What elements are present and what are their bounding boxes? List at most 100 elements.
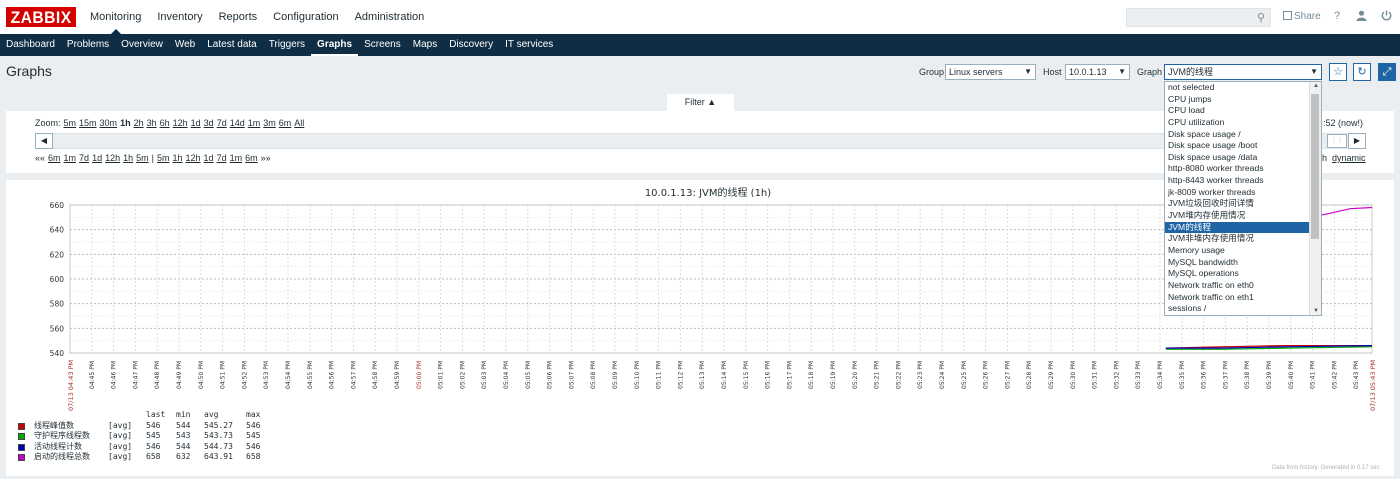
period-forward-option[interactable]: 1h <box>173 153 183 163</box>
zoom-option[interactable]: 6h <box>160 118 170 128</box>
period-forward-option[interactable]: 7d <box>217 153 227 163</box>
back-arrows[interactable]: «« <box>35 153 45 163</box>
graph-option[interactable]: http-8443 worker threads <box>1165 175 1321 187</box>
filter-toggle[interactable]: Filter ▲ <box>667 94 734 111</box>
group-select[interactable]: Linux servers ▼ <box>945 64 1036 80</box>
period-back-option[interactable]: 12h <box>105 153 120 163</box>
help-icon[interactable]: ? <box>1334 10 1340 22</box>
graph-option[interactable]: CPU utilization <box>1165 117 1321 129</box>
zoom-option[interactable]: 3m <box>263 118 276 128</box>
favourite-button[interactable]: ☆ <box>1329 63 1347 81</box>
time-slider-handle[interactable]: ⋮⋮ <box>1327 134 1347 148</box>
zoom-option[interactable]: All <box>294 118 304 128</box>
period-back-option[interactable]: 6m <box>48 153 61 163</box>
menu-administration[interactable]: Administration <box>347 0 433 34</box>
menu-configuration[interactable]: Configuration <box>265 0 346 34</box>
zoom-option[interactable]: 1d <box>191 118 201 128</box>
subnav-it-services[interactable]: IT services <box>499 34 559 56</box>
zoom-option[interactable]: 6m <box>279 118 292 128</box>
graph-select[interactable]: JVM的线程 ▼ <box>1164 64 1322 80</box>
graph-option[interactable]: CPU load <box>1165 105 1321 117</box>
zoom-option[interactable]: 14d <box>230 118 245 128</box>
zoom-option[interactable]: 30m <box>100 118 118 128</box>
subnav-dashboard[interactable]: Dashboard <box>0 34 61 56</box>
period-back-option[interactable]: 1d <box>92 153 102 163</box>
zoom-option[interactable]: 12h <box>173 118 188 128</box>
graph-option[interactable]: JVM的线程 <box>1165 221 1321 234</box>
zoom-option[interactable]: 5m <box>64 118 77 128</box>
graph-option[interactable]: JVM堆内存使用情况 <box>1165 210 1321 222</box>
menu-inventory[interactable]: Inventory <box>149 0 210 34</box>
period-back-option[interactable]: 7d <box>79 153 89 163</box>
graph-option[interactable]: MySQL operations <box>1165 268 1321 280</box>
subnav-discovery[interactable]: Discovery <box>443 34 499 56</box>
x-tick-label: 04:45 PM <box>89 361 96 389</box>
zoom-option[interactable]: 15m <box>79 118 97 128</box>
subnav-overview[interactable]: Overview <box>115 34 169 56</box>
scroll-left-arrow[interactable]: ◀ <box>35 133 53 149</box>
period-forward-option[interactable]: 1d <box>204 153 214 163</box>
graph-option[interactable]: Network traffic on eth0 <box>1165 280 1321 292</box>
period-forward-option[interactable]: 1m <box>230 153 243 163</box>
graph-option[interactable]: Network traffic on eth1 <box>1165 292 1321 304</box>
zoom-option[interactable]: 3d <box>204 118 214 128</box>
dynamic-toggle[interactable]: h dynamic <box>1322 153 1366 163</box>
refresh-button[interactable]: ↻ <box>1353 63 1371 81</box>
zoom-option[interactable]: 3h <box>147 118 157 128</box>
period-back-option[interactable]: 1m <box>64 153 77 163</box>
x-tick-label: 05:04 PM <box>503 361 510 389</box>
subnav-triggers[interactable]: Triggers <box>263 34 311 56</box>
graph-option[interactable]: Disk space usage / <box>1165 129 1321 141</box>
legend-avg: 543.73 <box>204 431 233 440</box>
zoom-option[interactable]: 1m <box>248 118 261 128</box>
period-back-option[interactable]: 1h <box>123 153 133 163</box>
period-forward-option[interactable]: 6m <box>245 153 258 163</box>
scroll-thumb[interactable] <box>1311 94 1319 239</box>
graph-option[interactable]: Disk space usage /data <box>1165 152 1321 164</box>
search-icon[interactable]: ⚲ <box>1257 11 1265 24</box>
dropdown-scrollbar[interactable]: ▲ ▼ <box>1309 82 1321 315</box>
graph-option[interactable]: CPU jumps <box>1165 94 1321 106</box>
zoom-option[interactable]: 1h <box>120 118 131 128</box>
fullscreen-button[interactable]: ⤢ <box>1378 63 1396 81</box>
graph-dropdown-list[interactable]: not selected CPU jumps CPU load CPU utiliza… <box>1164 81 1322 316</box>
host-select[interactable]: 10.0.1.13 ▼ <box>1065 64 1130 80</box>
subnav-graphs[interactable]: Graphs <box>311 34 359 56</box>
menu-reports[interactable]: Reports <box>211 0 266 34</box>
subnav-web[interactable]: Web <box>169 34 201 56</box>
graph-option[interactable]: http-8080 worker threads <box>1165 163 1321 175</box>
graph-option[interactable]: JVM非堆内存使用情况 <box>1165 233 1321 245</box>
zoom-option[interactable]: 7d <box>217 118 227 128</box>
legend-min: 544 <box>176 441 191 451</box>
legend-last: 545 <box>146 431 161 440</box>
share-link[interactable]: Share <box>1283 11 1321 22</box>
graph-option[interactable]: Disk space usage /boot <box>1165 140 1321 152</box>
graph-option[interactable]: Memory usage <box>1165 245 1321 257</box>
graph-option[interactable]: JVM垃圾回收时间详情 <box>1165 198 1321 210</box>
legend-min: 632 <box>176 452 191 461</box>
scroll-right-arrow[interactable]: ▶ <box>1348 133 1366 149</box>
period-forward-option[interactable]: 12h <box>186 153 201 163</box>
scroll-down-icon[interactable]: ▼ <box>1313 308 1319 314</box>
zoom-option[interactable]: 2h <box>134 118 144 128</box>
period-back-option[interactable]: 5m <box>136 153 149 163</box>
graph-option[interactable]: not selected <box>1165 82 1321 94</box>
dynamic-link[interactable]: dynamic <box>1332 153 1366 163</box>
zabbix-logo[interactable]: ZABBIX <box>6 7 76 27</box>
menu-monitoring[interactable]: Monitoring <box>82 0 149 34</box>
graph-option[interactable]: jk-8009 worker threads <box>1165 187 1321 199</box>
subnav-latest-data[interactable]: Latest data <box>201 34 262 56</box>
subnav-problems[interactable]: Problems <box>61 34 115 56</box>
period-forward-option[interactable]: 5m <box>157 153 170 163</box>
graph-option[interactable]: sessions / <box>1165 303 1321 315</box>
search-input[interactable]: ⚲ <box>1126 8 1271 27</box>
scroll-up-icon[interactable]: ▲ <box>1313 83 1319 89</box>
graph-option[interactable]: MySQL bandwidth <box>1165 257 1321 269</box>
x-tick-label: 05:27 PM <box>1004 361 1011 389</box>
share-label: Share <box>1294 11 1321 22</box>
subnav-screens[interactable]: Screens <box>358 34 407 56</box>
logout-icon[interactable] <box>1381 10 1392 24</box>
forward-arrows[interactable]: »» <box>261 153 271 163</box>
subnav-maps[interactable]: Maps <box>407 34 443 56</box>
user-profile-icon[interactable] <box>1356 10 1367 24</box>
